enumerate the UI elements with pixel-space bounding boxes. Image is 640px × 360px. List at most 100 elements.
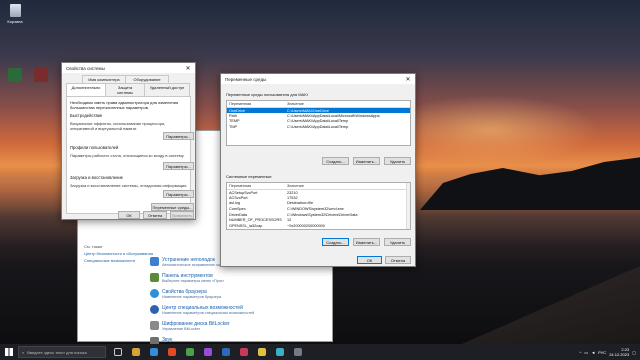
tab-hardware[interactable]: Оборудование [125,75,169,83]
cancel-button[interactable]: Отмена [143,211,167,219]
cp-item-sub: Автоматическое исправление ошибок [162,263,229,267]
profiles-desc: Параметры рабочего стола, относящиеся ко… [70,153,184,158]
tab-remote[interactable]: Удаленный доступ [144,83,190,96]
taskbar-search[interactable]: ⌕ Введите здесь текст для поиска [18,346,106,358]
dialog-titlebar: Свойства системы ✕ [62,63,195,73]
desktop-shortcut-1[interactable] [2,68,28,84]
startup-title: Загрузка и восстановление [70,175,124,180]
cp-item-browser[interactable]: Свойства браузера Изменение параметров бр… [150,289,221,299]
clock[interactable]: 2:23 24.12.2023 [609,347,629,357]
cp-item-sub: Управление BitLocker [162,327,200,331]
environment-variables-button[interactable]: Переменные среды... [151,203,194,211]
taskbar-app-7[interactable] [237,346,251,358]
env-title: Переменные среды [225,76,267,82]
user-edit-button[interactable]: Изменить... [353,157,380,165]
cp-item-sub: Выберите параметры меню «Пуск» [162,279,225,283]
performance-desc: Визуальные эффекты, использование процес… [70,121,166,131]
cp-item-troubleshoot[interactable]: Устранение неполадок Автоматическое испра… [150,257,229,267]
user-vars-list[interactable]: Переменная Значение OneDrive C:\Users\MAK… [226,100,411,146]
chevron-up-icon[interactable]: ^ [580,350,582,355]
tab-system-protection[interactable]: Защита системы [105,83,145,96]
tab-row-1: Имя компьютера Оборудование [62,73,195,83]
taskbar-app-8[interactable] [255,346,269,358]
language-indicator[interactable]: РУС [598,350,606,355]
pier [448,266,640,350]
ok-button[interactable]: ОК [118,211,140,219]
accessibility-link[interactable]: Специальные возможности [84,257,153,264]
windows-logo-icon [5,348,13,356]
control-panel-left-links: См. также Центр безопасности и обслужива… [84,243,153,264]
security-center-link[interactable]: Центр безопасности и обслуживания [84,250,153,257]
system-properties-dialog: Свойства системы ✕ Имя компьютера Оборуд… [61,62,196,220]
performance-settings-button[interactable]: Параметры... [163,132,194,140]
system-vars-table: Переменная Значение ACSetupSvcPort 23210 … [227,183,410,229]
table-row[interactable]: OPENSSL_ia32cap ~0x200000200000000 [227,223,410,229]
env-ok-button[interactable]: ОК [357,256,382,264]
app-icon [132,348,140,356]
app-icon [168,348,176,356]
notifications-icon[interactable]: ▢ [632,350,636,355]
var-name: OPENSSL_ia32cap [229,223,263,228]
app-icon [8,68,22,82]
startup-group: Загрузка и восстановление Загрузка и вос… [70,175,187,188]
tab-row-2: Дополнительно Защита системы Удаленный д… [62,83,195,96]
system-delete-button[interactable]: Удалить [384,238,411,246]
taskbar-app-6[interactable] [219,346,233,358]
close-icon[interactable]: ✕ [181,63,195,73]
performance-title: Быстродействие [70,113,103,118]
tab-advanced[interactable]: Дополнительно [66,83,106,96]
taskbar-app-10[interactable] [291,346,305,358]
var-name: NUMBER_OF_PROCESSORS [229,218,282,223]
app-icon [222,348,230,356]
toolbar-icon [150,273,159,282]
profiles-settings-button[interactable]: Параметры... [163,162,194,170]
user-vars-section-label: Переменные среды пользователя для MAKi [226,92,308,97]
app-icon [204,348,212,356]
env-titlebar: Переменные среды ✕ [221,74,415,84]
start-button[interactable] [2,346,16,358]
search-placeholder: Введите здесь текст для поиска [27,349,87,355]
cp-item-accessibility[interactable]: Центр специальных возможностей Изменение … [150,305,254,315]
recycle-bin-label: Корзина [7,19,23,24]
clock-date: 24.12.2023 [609,352,630,357]
network-icon[interactable]: ▭ [584,350,588,355]
close-icon[interactable]: ✕ [401,74,415,84]
startup-settings-button[interactable]: Параметры... [163,190,194,198]
app-icon [240,348,248,356]
recycle-bin-shortcut[interactable]: Корзина [2,4,28,24]
search-icon: ⌕ [22,349,25,355]
taskbar-app-9[interactable] [273,346,287,358]
desktop-shortcut-2[interactable] [28,68,54,84]
vertical-scrollbar[interactable] [406,183,410,229]
task-view-icon [114,348,122,356]
app-icon [150,348,158,356]
table-row[interactable]: TMP C:\Users\MAKi\AppData\Local\Temp [227,124,410,130]
speaker-icon[interactable]: ◄ [591,350,595,355]
user-delete-button[interactable]: Удалить [384,157,411,165]
user-new-button[interactable]: Создать... [322,157,349,165]
system-new-button[interactable]: Создать... [322,238,349,246]
app-icon [186,348,194,356]
startup-desc: Загрузка и восстановление системы, отлад… [70,183,187,188]
admin-note: Необходимо иметь права администратора дл… [70,100,179,110]
taskbar-app-5[interactable] [201,346,215,358]
dialog-title: Свойства системы [66,65,105,71]
cp-item-toolbar[interactable]: Панель инструментов Выберите параметры ме… [150,273,224,283]
taskbar-app-2[interactable] [147,346,161,358]
system-vars-section-label: Системные переменные [226,174,272,179]
system-vars-list[interactable]: Переменная Значение ACSetupSvcPort 23210 … [226,182,411,230]
taskbar-app-4[interactable] [183,346,197,358]
app-icon [34,68,48,82]
system-edit-button[interactable]: Изменить... [353,238,380,246]
var-value: C:\Users\MAKi\AppData\Local\Temp [287,125,349,130]
env-cancel-button[interactable]: Отмена [385,256,411,264]
cp-item-bitlocker[interactable]: Шифрование диска BitLocker Управление Bit… [150,321,230,331]
task-view-button[interactable] [111,346,125,358]
apply-button[interactable]: Применить [170,211,194,219]
tab-computer-name[interactable]: Имя компьютера [82,75,126,83]
app-icon [294,348,302,356]
taskbar-app-3[interactable] [165,346,179,358]
cp-item-title: Звук [162,337,173,343]
performance-group: Быстродействие Визуальные эффекты, испол… [70,113,187,131]
taskbar-app-1[interactable] [129,346,143,358]
